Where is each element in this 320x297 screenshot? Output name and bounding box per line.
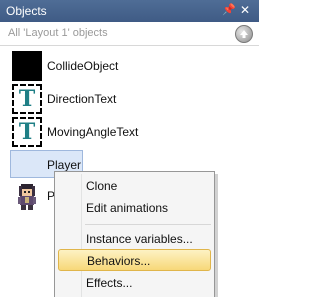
layout-filter-bar: All 'Layout 1' objects (0, 22, 259, 46)
object-item-movinganGletext[interactable]: T MovingAngleText (0, 117, 259, 149)
menu-separator (85, 224, 211, 225)
black-square-icon (12, 51, 42, 81)
menu-item-effects[interactable]: Effects... (58, 272, 211, 294)
pin-icon[interactable]: 📌 (222, 3, 236, 17)
menu-item-clone[interactable]: Clone (58, 175, 211, 197)
layout-filter-label: All 'Layout 1' objects (8, 27, 108, 39)
menu-item-edit-animations[interactable]: Edit animations (58, 197, 211, 219)
panel-title: Objects (6, 4, 47, 18)
close-icon[interactable]: ✕ (238, 3, 252, 17)
text-object-icon: T (12, 117, 42, 147)
panel-titlebar: Objects 📌 ✕ (0, 0, 259, 22)
object-label: DirectionText (47, 92, 117, 106)
objects-panel: Objects 📌 ✕ All 'Layout 1' objects Colli… (0, 0, 259, 297)
object-item-directiontext[interactable]: T DirectionText (0, 84, 259, 116)
up-button[interactable] (235, 25, 253, 43)
object-label: CollideObject (47, 59, 119, 73)
character-sprite-icon[interactable] (12, 182, 42, 212)
object-label: Player (47, 158, 82, 172)
object-item-collideobject[interactable]: CollideObject (0, 51, 259, 83)
context-menu: Clone Edit animations Instance variables… (54, 171, 215, 297)
object-label: MovingAngleText (47, 125, 139, 139)
menu-item-instance-variables[interactable]: Instance variables... (58, 228, 211, 250)
menu-item-behaviors[interactable]: Behaviors... (58, 249, 211, 271)
circle-up-arrow-icon (240, 30, 248, 38)
text-object-icon: T (12, 84, 42, 114)
